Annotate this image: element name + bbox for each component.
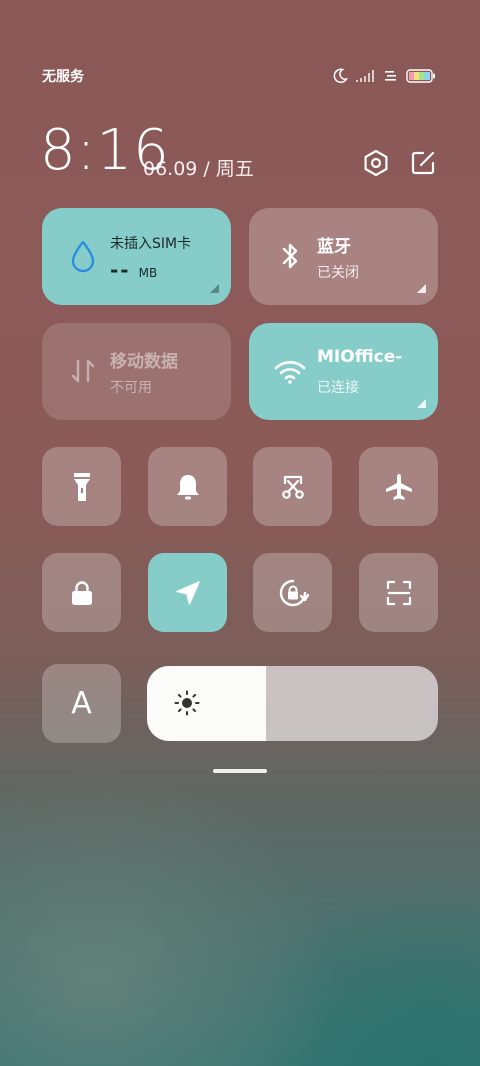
airplane-icon bbox=[385, 473, 412, 500]
bell-icon bbox=[176, 474, 199, 499]
edit-icon[interactable] bbox=[408, 148, 438, 178]
font-size-button[interactable]: A bbox=[42, 664, 121, 743]
wifi-title: MIOffice- bbox=[317, 347, 403, 367]
brightness-slider[interactable] bbox=[147, 666, 438, 741]
screenshot-toggle[interactable] bbox=[253, 447, 332, 526]
airplane-toggle[interactable] bbox=[359, 447, 438, 526]
carrier-status: 无服务 bbox=[42, 69, 84, 85]
bluetooth-status: 已关闭 bbox=[317, 265, 359, 281]
auto-rotate-toggle[interactable] bbox=[253, 553, 332, 632]
location-toggle[interactable] bbox=[148, 553, 227, 632]
data-arrows-icon bbox=[71, 359, 95, 383]
bluetooth-title: 蓝牙 bbox=[317, 237, 351, 257]
wifi-status: 已连接 bbox=[317, 380, 359, 396]
lock-toggle[interactable] bbox=[42, 553, 121, 632]
lock-icon bbox=[71, 580, 92, 605]
settings-icon[interactable] bbox=[361, 148, 391, 178]
scan-toggle[interactable] bbox=[359, 553, 438, 632]
home-handle[interactable] bbox=[213, 769, 267, 773]
moon-icon bbox=[333, 68, 348, 84]
scan-icon bbox=[386, 580, 411, 605]
wifi-icon bbox=[274, 361, 306, 384]
bluetooth-tile[interactable]: 蓝牙 已关闭 bbox=[249, 208, 438, 305]
font-size-label: A bbox=[71, 686, 92, 721]
expand-corner[interactable] bbox=[417, 284, 426, 293]
bluetooth-icon bbox=[282, 243, 298, 269]
data-usage-title: 未插入SIM卡 bbox=[110, 236, 192, 252]
wifi-tile[interactable]: MIOffice- 已连接 bbox=[249, 323, 438, 420]
expand-corner[interactable] bbox=[210, 284, 219, 293]
data-usage-tile[interactable]: 未插入SIM卡 -- MB bbox=[42, 208, 231, 305]
location-icon bbox=[175, 580, 200, 605]
battery-icon bbox=[406, 69, 435, 83]
status-icons bbox=[332, 66, 436, 86]
brightness-fill bbox=[147, 666, 267, 741]
rotate-lock-icon bbox=[279, 579, 309, 606]
signal-icon bbox=[356, 70, 374, 82]
sun-icon bbox=[174, 690, 200, 716]
water-drop-icon bbox=[71, 240, 95, 273]
mobile-data-title: 移动数据 bbox=[110, 352, 178, 372]
data-usage-value: -- bbox=[110, 258, 131, 282]
data-icon bbox=[385, 71, 396, 81]
data-usage-unit: MB bbox=[138, 266, 158, 280]
flashlight-icon bbox=[73, 472, 90, 501]
scissors-icon bbox=[281, 475, 304, 499]
expand-corner[interactable] bbox=[417, 399, 426, 408]
flashlight-toggle[interactable] bbox=[42, 447, 121, 526]
clock-date: 06.09 / 周五 bbox=[143, 158, 254, 180]
ring-toggle[interactable] bbox=[148, 447, 227, 526]
mobile-data-status: 不可用 bbox=[110, 380, 152, 396]
mobile-data-tile[interactable]: 移动数据 不可用 bbox=[42, 323, 231, 420]
